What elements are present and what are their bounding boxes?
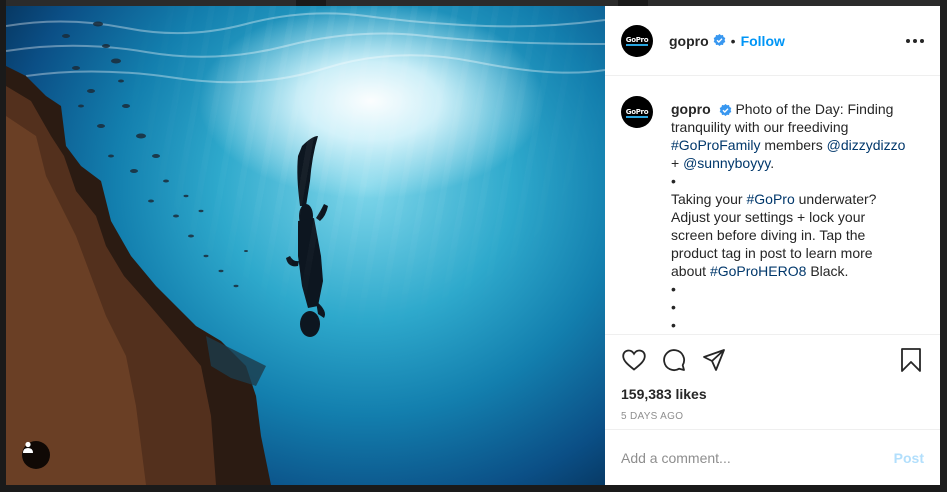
caption-username[interactable]: gopro <box>671 101 711 117</box>
caption-question: Taking your <box>671 191 743 207</box>
overlay-edge <box>940 0 947 492</box>
caption-bullet: • <box>671 281 676 297</box>
username-link[interactable]: gopro <box>669 33 709 49</box>
post-detail-panel: GoPro gopro • Follow GoPro gopro Photo o… <box>605 6 940 485</box>
like-button[interactable] <box>619 345 649 375</box>
caption-avatar[interactable]: GoPro <box>621 96 653 128</box>
caption-black: Black. <box>810 263 849 279</box>
comment-icon <box>663 349 685 371</box>
user-tag-icon <box>23 441 33 453</box>
verified-badge-icon <box>713 34 726 47</box>
caption-period: . <box>770 155 775 171</box>
more-icon[interactable] <box>906 38 924 43</box>
comment-input[interactable] <box>621 449 894 466</box>
sun-rays <box>6 6 605 485</box>
verified-badge-icon <box>719 103 732 117</box>
post-comment-button[interactable]: Post <box>894 450 924 466</box>
caption-members: members <box>764 137 823 153</box>
caption-bullet: • <box>671 173 676 189</box>
caption-plus: + <box>671 155 680 171</box>
comment-bar: Post <box>605 429 940 485</box>
heart-icon <box>622 349 646 371</box>
user-tag-button[interactable] <box>22 441 50 469</box>
gopro-logo: GoPro <box>625 36 649 46</box>
hashtag-gopro[interactable]: #GoPro <box>746 191 794 207</box>
post-photo[interactable] <box>6 6 605 485</box>
comment-button[interactable] <box>659 345 689 375</box>
mention-sunnyboyyy[interactable]: @sunnyboyyy <box>683 155 770 171</box>
bookmark-icon <box>901 348 921 372</box>
action-bar <box>605 335 940 385</box>
caption-bullet: • <box>671 317 676 333</box>
post-header: GoPro gopro • Follow <box>605 6 940 76</box>
separator-dot: • <box>730 32 736 49</box>
gopro-logo: GoPro <box>625 107 649 118</box>
likes-count[interactable]: 159,383 likes <box>605 385 940 407</box>
caption-section: GoPro gopro Photo of the Day: Finding tr… <box>605 76 940 335</box>
follow-button[interactable]: Follow <box>741 33 785 49</box>
avatar[interactable]: GoPro <box>621 24 653 57</box>
share-icon <box>703 349 725 371</box>
mention-dizzydizzo[interactable]: @dizzydizzo <box>827 137 906 153</box>
caption-text: gopro Photo of the Day: Finding tranquil… <box>671 100 906 334</box>
share-button[interactable] <box>699 345 729 375</box>
caption-bullet: • <box>671 299 676 315</box>
save-button[interactable] <box>896 345 926 375</box>
hashtag-goprohero8[interactable]: #GoProHERO8 <box>710 263 806 279</box>
hashtag-goprofamily[interactable]: #GoProFamily <box>671 137 760 153</box>
